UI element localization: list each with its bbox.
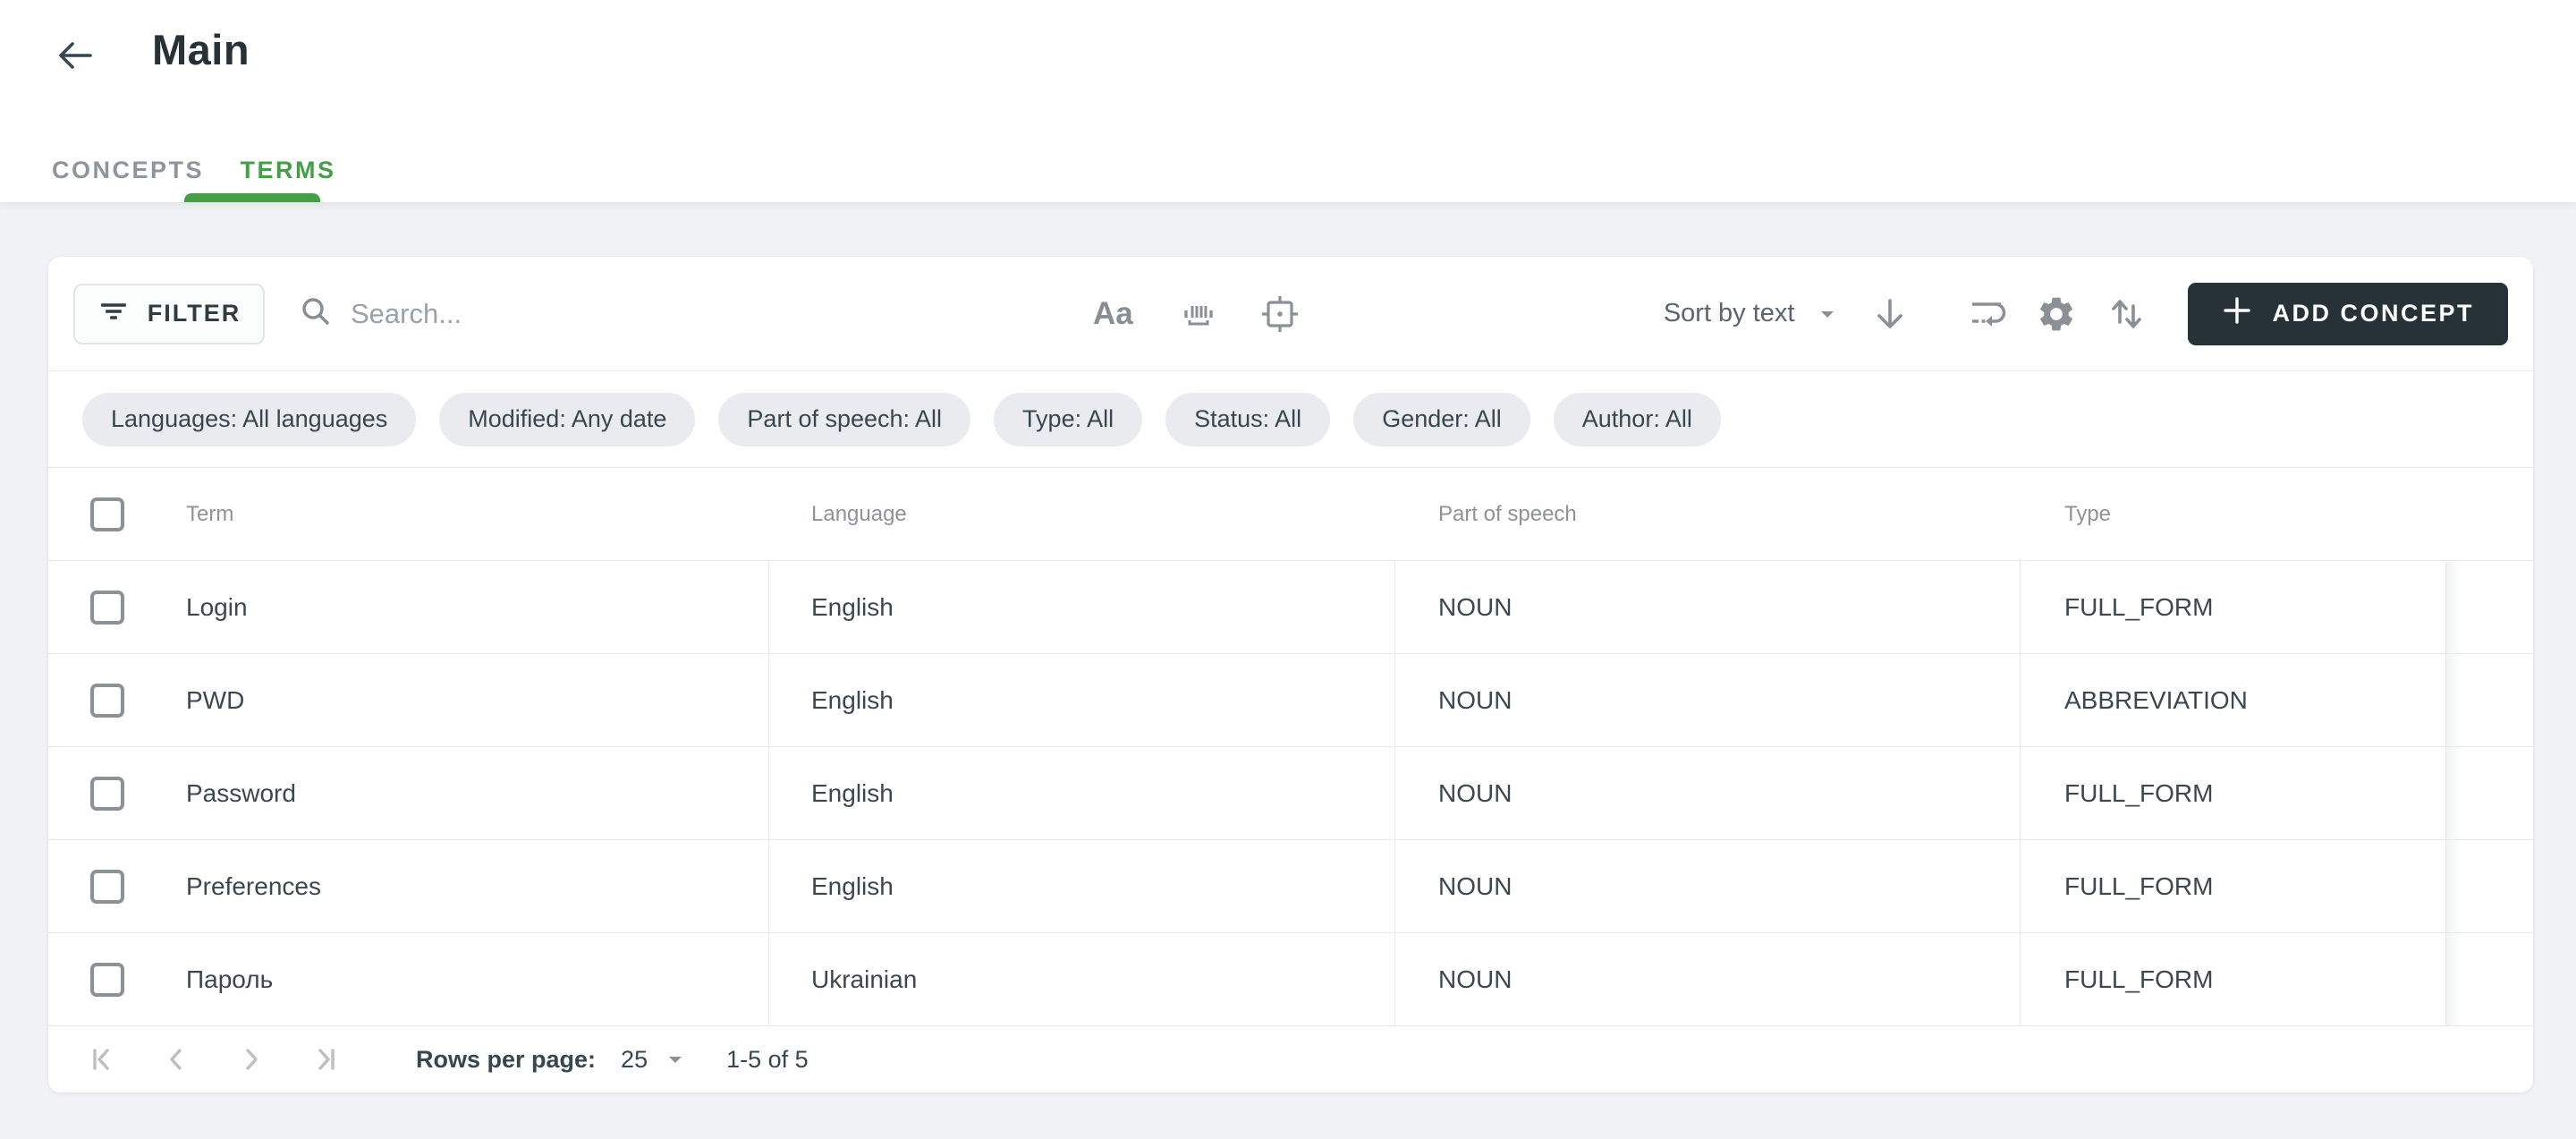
column-header-term[interactable]: Term [186, 502, 233, 527]
previous-page-icon[interactable] [157, 1040, 196, 1079]
cell-language: English [811, 686, 894, 715]
cell-part-of-speech: NOUN [1438, 686, 1512, 715]
topbar: Main CONCEPTS TERMS [0, 0, 2576, 202]
cell-type: ABBREVIATION [2064, 686, 2248, 715]
row-checkbox[interactable] [90, 870, 124, 904]
chip-type[interactable]: Type: All [994, 393, 1142, 446]
row-checkbox[interactable] [90, 963, 124, 997]
sort-caret-down-icon[interactable] [1818, 304, 1837, 324]
viewfinder-icon[interactable] [1258, 292, 1302, 336]
chip-languages[interactable]: Languages: All languages [82, 393, 416, 446]
cell-term: PWD [186, 686, 244, 715]
wrap-text-icon[interactable] [1966, 293, 2007, 335]
screen: Main CONCEPTS TERMS FILTER [0, 0, 2576, 1139]
rows-per-page-label: Rows per page: [416, 1046, 596, 1074]
select-all-checkbox[interactable] [90, 497, 124, 531]
next-page-icon[interactable] [232, 1040, 271, 1079]
table-row[interactable]: Password English NOUN FULL_FORM [48, 747, 2533, 840]
table-row[interactable]: Пароль Ukrainian NOUN FULL_FORM [48, 933, 2533, 1026]
chip-modified[interactable]: Modified: Any date [439, 393, 695, 446]
filter-chips-row: Languages: All languages Modified: Any d… [48, 371, 2533, 468]
toolbar: FILTER Aa [48, 257, 2533, 371]
table-row[interactable]: Preferences English NOUN FULL_FORM [48, 840, 2533, 933]
chip-author[interactable]: Author: All [1554, 393, 1721, 446]
table-row[interactable]: PWD English NOUN ABBREVIATION [48, 654, 2533, 747]
arrow-left-icon [55, 35, 96, 81]
pinned-cell [2446, 561, 2533, 653]
page-range-label: 1-5 of 5 [726, 1046, 809, 1074]
chip-gender[interactable]: Gender: All [1353, 393, 1530, 446]
cell-type: FULL_FORM [2064, 779, 2213, 808]
search-box [299, 294, 816, 333]
column-header-language[interactable]: Language [811, 502, 907, 527]
pinned-cell [2446, 747, 2533, 839]
chip-status[interactable]: Status: All [1165, 393, 1330, 446]
pinned-cell [2446, 840, 2533, 932]
cell-type: FULL_FORM [2064, 965, 2213, 994]
pinned-cell [2446, 933, 2533, 1025]
add-concept-button[interactable]: ADD CONCEPT [2188, 283, 2508, 345]
pagination-footer: Rows per page: 25 1-5 of 5 [48, 1026, 2533, 1092]
chip-part-of-speech[interactable]: Part of speech: All [718, 393, 970, 446]
filter-list-icon [97, 294, 130, 333]
row-checkbox[interactable] [90, 591, 124, 625]
page-title: Main [152, 25, 250, 74]
cell-term: Preferences [186, 872, 321, 901]
back-button[interactable] [52, 34, 98, 81]
cell-term: Login [186, 593, 248, 622]
cell-part-of-speech: NOUN [1438, 779, 1512, 808]
column-header-part-of-speech[interactable]: Part of speech [1438, 502, 1577, 527]
pinned-cell [2446, 654, 2533, 746]
terms-card: FILTER Aa [48, 257, 2533, 1092]
cell-language: English [811, 872, 894, 901]
sort-direction-arrow-icon[interactable] [1871, 295, 1909, 333]
last-page-icon[interactable] [307, 1040, 346, 1079]
plus-icon [2222, 295, 2252, 332]
gear-icon[interactable] [2036, 293, 2077, 335]
row-checkbox[interactable] [90, 777, 124, 811]
barcode-icon[interactable] [1177, 293, 1220, 336]
filter-button-label: FILTER [148, 300, 241, 327]
rows-per-page-caret-icon[interactable] [665, 1050, 685, 1069]
cell-part-of-speech: NOUN [1438, 593, 1512, 622]
active-tab-indicator [184, 193, 320, 202]
import-export-icon[interactable] [2106, 293, 2147, 335]
table-header-row: Term Language Part of speech Type [48, 468, 2533, 561]
table-row[interactable]: Login English NOUN FULL_FORM [48, 561, 2533, 654]
rows-per-page-value[interactable]: 25 [621, 1046, 648, 1074]
search-icon [299, 294, 333, 333]
first-page-icon[interactable] [81, 1040, 121, 1079]
cell-term: Пароль [186, 965, 273, 994]
cell-part-of-speech: NOUN [1438, 872, 1512, 901]
cell-part-of-speech: NOUN [1438, 965, 1512, 994]
row-checkbox[interactable] [90, 684, 124, 718]
cell-language: English [811, 779, 894, 808]
toolbar-right-cluster: Sort by text [1664, 283, 2508, 345]
add-concept-label: ADD CONCEPT [2272, 300, 2474, 327]
filter-button[interactable]: FILTER [73, 284, 265, 344]
cell-language: Ukrainian [811, 965, 917, 994]
match-case-icon[interactable]: Aa [1093, 296, 1133, 332]
cell-language: English [811, 593, 894, 622]
search-input[interactable] [351, 298, 816, 330]
sort-by-label[interactable]: Sort by text [1664, 299, 1795, 328]
cell-type: FULL_FORM [2064, 872, 2213, 901]
cell-term: Password [186, 779, 296, 808]
column-header-type[interactable]: Type [2064, 502, 2111, 527]
cell-type: FULL_FORM [2064, 593, 2213, 622]
